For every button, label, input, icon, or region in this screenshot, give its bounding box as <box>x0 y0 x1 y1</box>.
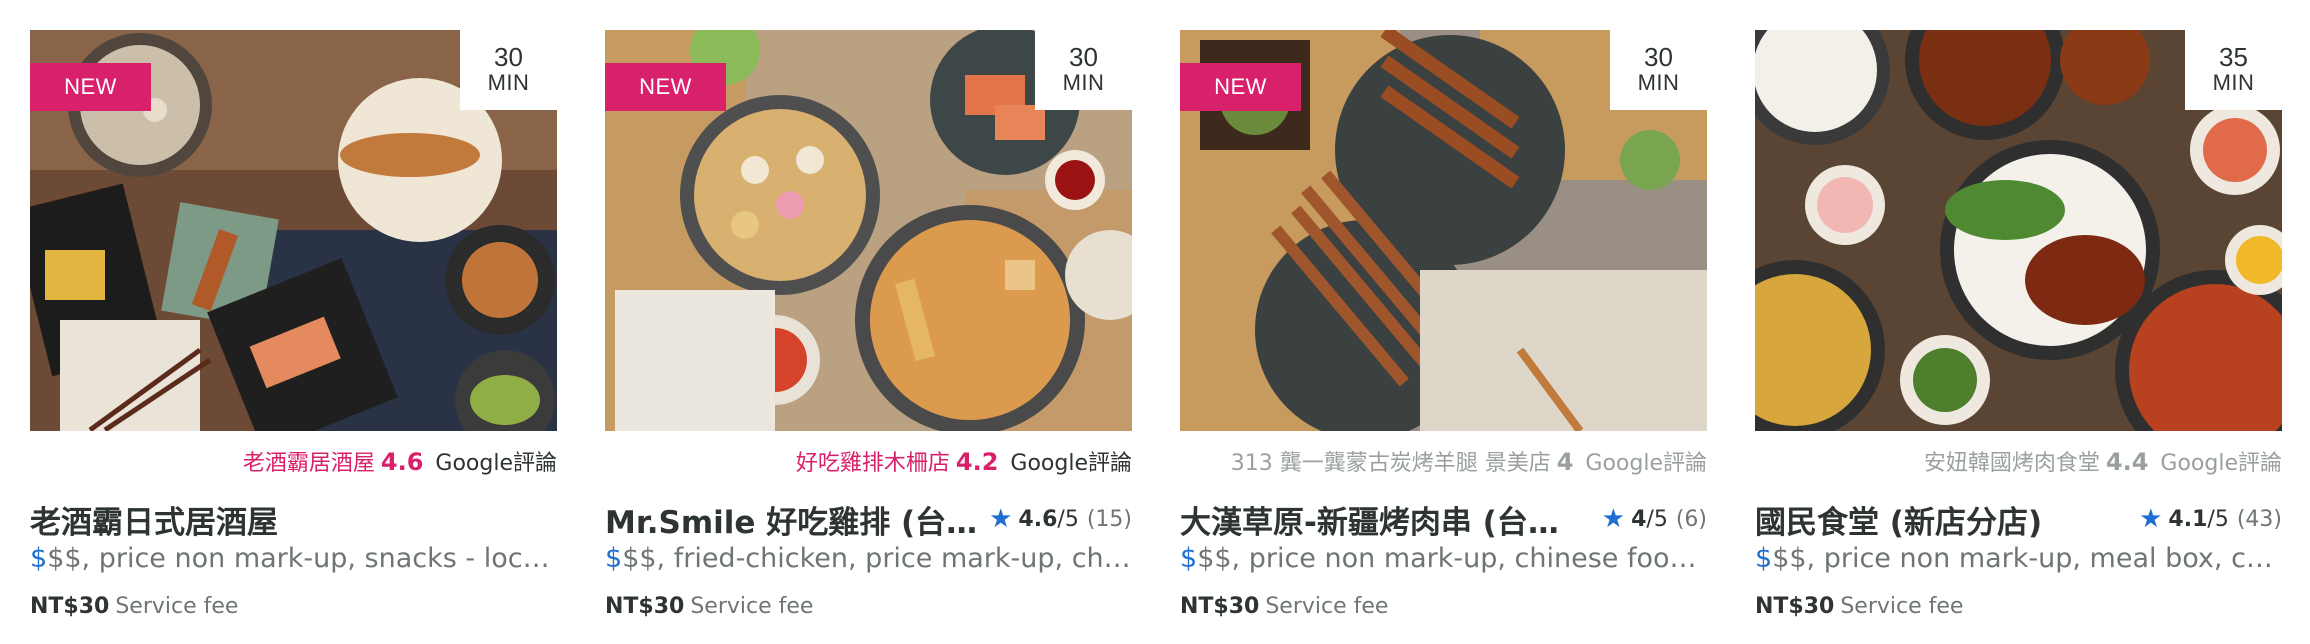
google-review-label: Google評論 <box>1010 451 1132 476</box>
restaurant-title[interactable]: 大漢草原-新疆烤肉串 (台… <box>1180 497 1559 542</box>
service-fee-amount: NT$30 <box>30 594 110 619</box>
rating-score: 4.1 <box>2168 506 2208 532</box>
rating: ★ 4.1/5 (43) <box>2139 506 2282 532</box>
rating-count: (15) <box>1086 506 1132 532</box>
restaurant-tags: $$$, price non mark-up, meal box, chi… <box>1755 543 2282 574</box>
restaurant-title[interactable]: 老酒霸日式居酒屋 <box>30 497 278 542</box>
service-fee: NT$30 Service fee <box>1755 594 2282 619</box>
restaurant-card-3[interactable]: NEW 30 MIN 313 龔一龔蒙古炭烤羊腿 景美店 4 Google評論 大漢… <box>1180 30 1707 619</box>
restaurant-image-3[interactable]: NEW 30 MIN <box>1180 30 1707 431</box>
google-place-name: 313 龔一龔蒙古炭烤羊腿 景美店 <box>1230 451 1551 476</box>
title-row: 老酒霸日式居酒屋 <box>30 497 557 542</box>
title-row: Mr.Smile 好吃雞排 (台… ★ 4.6/5 (15) <box>605 497 1132 542</box>
delivery-time-badge: 30 MIN <box>1035 30 1132 110</box>
google-place-name: 好吃雞排木柵店 <box>795 451 950 476</box>
service-fee-label: Service fee <box>1265 594 1389 619</box>
price-level-active: $ <box>1755 543 1773 574</box>
delivery-time-badge: 30 MIN <box>460 30 557 110</box>
google-review-line: 好吃雞排木柵店 4.2 Google評論 <box>605 447 1132 477</box>
delivery-time-badge: 35 MIN <box>2185 30 2282 110</box>
google-review-line: 安妞韓國烤肉食堂 4.4 Google評論 <box>1755 447 2282 477</box>
price-level-active: $ <box>30 543 48 574</box>
star-icon: ★ <box>1601 504 1626 534</box>
rating: ★ 4.6/5 (15) <box>989 506 1132 532</box>
restaurant-title[interactable]: Mr.Smile 好吃雞排 (台… <box>605 497 977 542</box>
restaurant-card-4[interactable]: 35 MIN 安妞韓國烤肉食堂 4.4 Google評論 國民食堂 (新店分店) ★… <box>1755 30 2282 619</box>
restaurant-image-1[interactable]: NEW 30 MIN <box>30 30 557 431</box>
restaurant-image-2[interactable]: NEW 30 MIN <box>605 30 1132 431</box>
rating-score: 4.6 <box>1018 506 1058 532</box>
service-fee: NT$30 Service fee <box>605 594 1132 619</box>
google-review-label: Google評論 <box>435 451 557 476</box>
price-and-tags: $$, price non mark-up, chinese food,… <box>1197 543 1707 574</box>
delivery-time-value: 30 <box>1069 42 1098 72</box>
service-fee-label: Service fee <box>115 594 239 619</box>
title-row: 大漢草原-新疆烤肉串 (台… ★ 4/5 (6) <box>1180 497 1707 542</box>
delivery-time-unit: MIN <box>1062 70 1105 95</box>
restaurant-card-1[interactable]: NEW 30 MIN 老酒霸居酒屋 4.6 Google評論 老酒霸日式居酒屋 $$… <box>30 30 557 619</box>
restaurant-image-4[interactable]: 35 MIN <box>1755 30 2282 431</box>
price-level-active: $ <box>1180 543 1198 574</box>
service-fee-amount: NT$30 <box>1180 594 1260 619</box>
service-fee: NT$30 Service fee <box>30 594 557 619</box>
google-rating: 4 <box>1556 448 1574 476</box>
delivery-time-value: 30 <box>1644 42 1673 72</box>
price-and-tags: $$, fried-chicken, price mark-up, chi… <box>622 543 1132 574</box>
rating-outof: /5 <box>1057 506 1079 532</box>
google-review-line: 老酒霸居酒屋 4.6 Google評論 <box>30 447 557 477</box>
service-fee-label: Service fee <box>1840 594 1964 619</box>
restaurant-tags: $$$, price non mark-up, snacks - local… <box>30 543 557 574</box>
rating: ★ 4/5 (6) <box>1602 506 1707 532</box>
delivery-time-unit: MIN <box>1637 70 1680 95</box>
service-fee: NT$30 Service fee <box>1180 594 1707 619</box>
rating-outof: /5 <box>2207 506 2229 532</box>
star-icon: ★ <box>989 504 1013 534</box>
title-row: 國民食堂 (新店分店) ★ 4.1/5 (43) <box>1755 497 2282 542</box>
restaurant-tags: $$$, fried-chicken, price mark-up, chi… <box>605 543 1132 574</box>
delivery-time-value: 35 <box>2219 42 2248 72</box>
google-place-name: 安妞韓國烤肉食堂 <box>1923 451 2100 476</box>
delivery-time-unit: MIN <box>2212 70 2255 95</box>
rating-count: (43) <box>2236 506 2282 532</box>
restaurant-tags: $$$, price non mark-up, chinese food,… <box>1180 543 1707 574</box>
restaurant-card-2[interactable]: NEW 30 MIN 好吃雞排木柵店 4.2 Google評論 Mr.Smile 好… <box>605 30 1132 619</box>
delivery-time-unit: MIN <box>487 70 530 95</box>
google-place-name: 老酒霸居酒屋 <box>242 451 375 476</box>
delivery-time-value: 30 <box>494 42 523 72</box>
price-and-tags: $$, price non mark-up, snacks - local… <box>47 543 557 574</box>
star-icon: ★ <box>2139 504 2163 534</box>
price-level-active: $ <box>605 543 623 574</box>
rating-score: 4 <box>1631 506 1647 532</box>
google-rating: 4.2 <box>955 448 999 476</box>
delivery-time-badge: 30 MIN <box>1610 30 1707 110</box>
service-fee-label: Service fee <box>690 594 814 619</box>
google-review-line: 313 龔一龔蒙古炭烤羊腿 景美店 4 Google評論 <box>1180 447 1707 477</box>
rating-outof: /5 <box>1646 506 1668 532</box>
new-badge: NEW <box>30 63 151 111</box>
new-badge: NEW <box>1180 63 1301 111</box>
service-fee-amount: NT$30 <box>1755 594 1835 619</box>
google-rating: 4.6 <box>380 448 424 476</box>
price-and-tags: $$, price non mark-up, meal box, chi… <box>1772 543 2282 574</box>
google-review-label: Google評論 <box>1585 451 1707 476</box>
google-review-label: Google評論 <box>2160 451 2282 476</box>
restaurant-title[interactable]: 國民食堂 (新店分店) <box>1755 497 2042 542</box>
service-fee-amount: NT$30 <box>605 594 685 619</box>
rating-count: (6) <box>1675 506 1707 532</box>
new-badge: NEW <box>605 63 726 111</box>
google-rating: 4.4 <box>2105 448 2149 476</box>
restaurant-card-row: NEW 30 MIN 老酒霸居酒屋 4.6 Google評論 老酒霸日式居酒屋 $$… <box>0 0 2310 644</box>
